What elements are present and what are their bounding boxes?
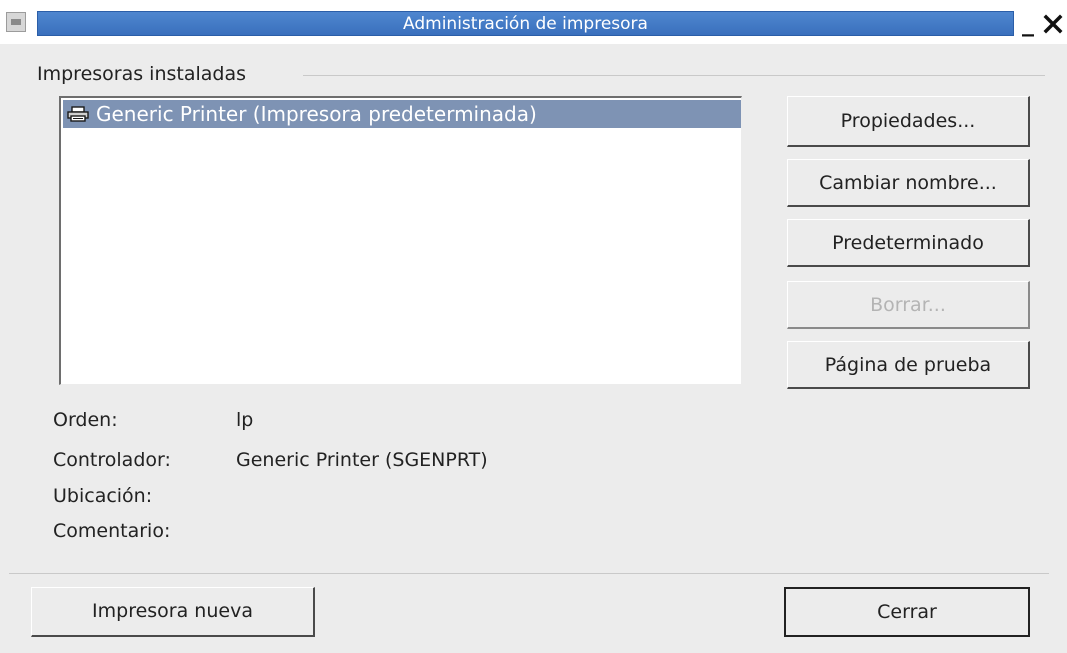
window-title: Administración de impresora	[403, 14, 648, 34]
title-bar: Administración de impresora _	[0, 0, 1067, 44]
close-button-label: Cerrar	[877, 600, 937, 623]
set-default-button[interactable]: Predeterminado	[787, 219, 1030, 267]
comment-label: Comentario:	[53, 520, 171, 542]
delete-button-label: Borrar...	[870, 293, 946, 316]
command-value: lp	[236, 409, 254, 431]
driver-value: Generic Printer (SGENPRT)	[236, 449, 488, 471]
minimize-button[interactable]: _	[1022, 9, 1034, 37]
command-label: Orden:	[53, 409, 118, 431]
printer-name: Generic Printer (Impresora predeterminad…	[96, 102, 537, 126]
printer-list[interactable]: Generic Printer (Impresora predeterminad…	[59, 96, 742, 385]
test-page-button-label: Página de prueba	[824, 353, 992, 376]
location-label: Ubicación:	[53, 485, 153, 507]
group-divider	[303, 75, 1045, 76]
close-button[interactable]: Cerrar	[784, 587, 1030, 637]
rename-button-label: Cambiar nombre...	[819, 171, 997, 194]
printer-list-item[interactable]: Generic Printer (Impresora predeterminad…	[63, 100, 741, 128]
set-default-button-label: Predeterminado	[832, 231, 984, 254]
properties-button[interactable]: Propiedades...	[787, 96, 1030, 147]
title-box[interactable]: Administración de impresora	[37, 11, 1014, 36]
printer-admin-dialog: Administración de impresora _ Impresoras…	[0, 0, 1067, 653]
properties-button-label: Propiedades...	[840, 110, 976, 132]
new-printer-button-label: Impresora nueva	[92, 600, 253, 622]
new-printer-button[interactable]: Impresora nueva	[31, 587, 315, 637]
close-icon	[1043, 14, 1063, 34]
footer-divider	[9, 573, 1049, 574]
close-window-button[interactable]	[1043, 8, 1063, 40]
window-menu-icon[interactable]	[6, 12, 26, 32]
driver-label: Controlador:	[53, 449, 171, 471]
test-page-button[interactable]: Página de prueba	[787, 341, 1030, 389]
printer-icon	[67, 106, 89, 122]
rename-button[interactable]: Cambiar nombre...	[787, 159, 1030, 207]
delete-button[interactable]: Borrar...	[787, 281, 1030, 329]
installed-printers-heading: Impresoras instaladas	[37, 63, 247, 85]
